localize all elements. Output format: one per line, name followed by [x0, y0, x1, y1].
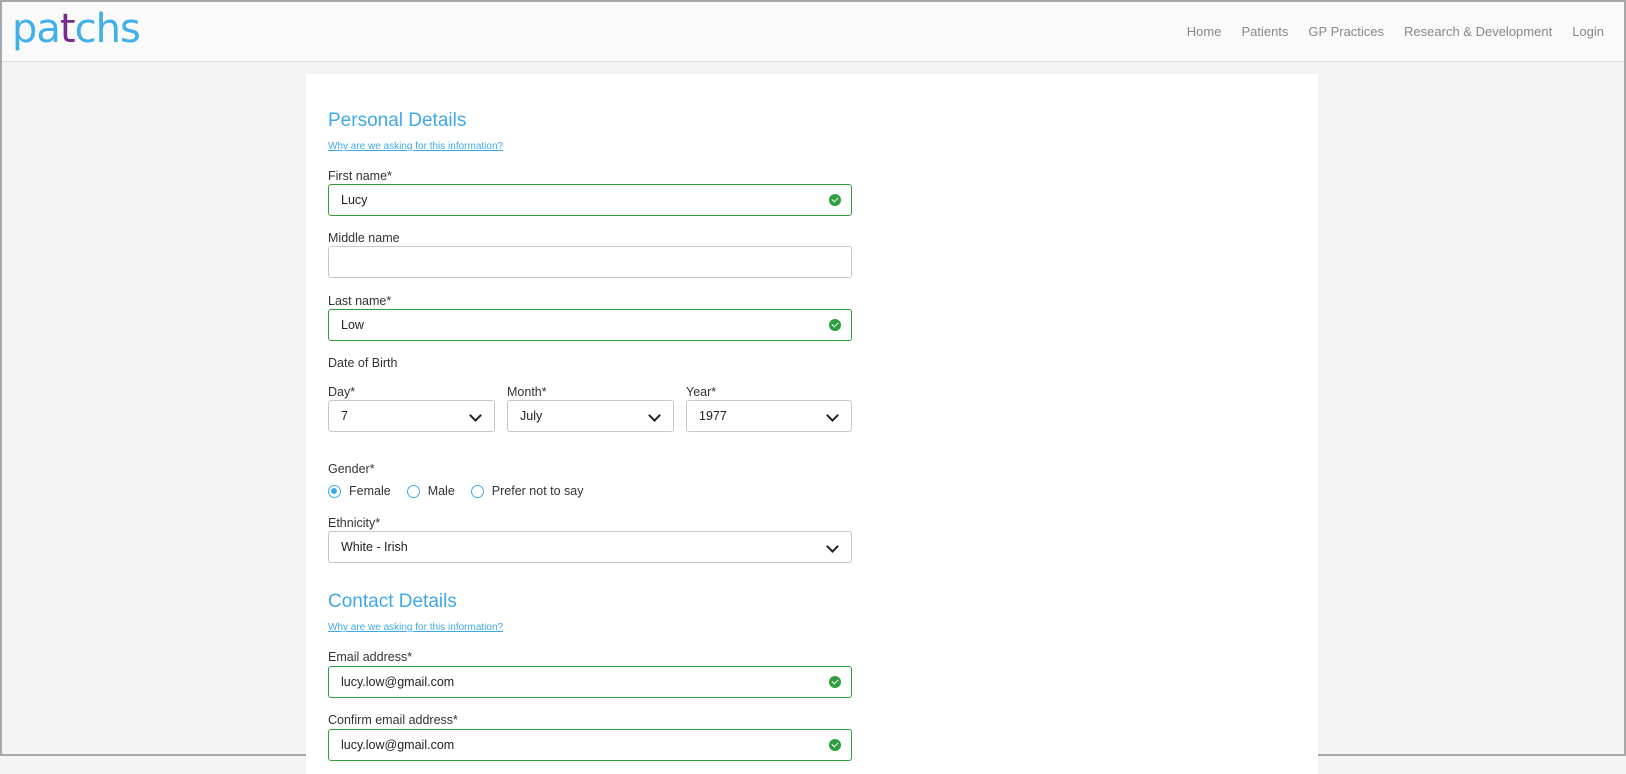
personal-why-link[interactable]: Why are we asking for this information? — [328, 141, 503, 152]
year-label: Year* — [686, 385, 717, 399]
nav-login-link[interactable]: Login — [1572, 24, 1604, 39]
first-name-label: First name* — [328, 169, 392, 183]
valid-check-icon — [829, 676, 841, 688]
valid-check-icon — [829, 319, 841, 331]
month-label: Month* — [507, 385, 547, 399]
year-value: 1977 — [699, 409, 727, 423]
email-value: lucy.low@gmail.com — [341, 675, 455, 689]
first-name-input[interactable]: Lucy — [328, 184, 852, 216]
registration-form-card: Personal Details Why are we asking for t… — [306, 74, 1318, 774]
gender-option-female[interactable]: Female — [328, 484, 391, 498]
last-name-value: Low — [341, 318, 364, 332]
radio-checked-icon[interactable] — [328, 484, 341, 498]
chevron-down-icon — [826, 409, 839, 422]
email-label: Email address* — [328, 650, 413, 664]
gender-option-male[interactable]: Male — [406, 484, 455, 498]
month-value: July — [520, 409, 543, 423]
nav-research-link[interactable]: Research & Development — [1404, 24, 1552, 39]
ethnicity-select[interactable]: White - Irish — [328, 531, 852, 563]
logo-cross-letter: t — [59, 6, 76, 52]
chevron-down-icon — [469, 409, 482, 422]
first-name-value: Lucy — [341, 193, 368, 207]
site-header: patchs Home Patients GP Practices Resear… — [2, 2, 1624, 62]
valid-check-icon — [829, 194, 841, 206]
gender-option-prefer-not[interactable]: Prefer not to say — [470, 484, 584, 498]
contact-why-link[interactable]: Why are we asking for this information? — [328, 622, 503, 633]
personal-details-title: Personal Details — [328, 110, 467, 131]
patchs-logo[interactable]: patchs — [12, 6, 141, 52]
email-input[interactable]: lucy.low@gmail.com — [328, 666, 852, 698]
gender-radio-group: Female Male Prefer not to say — [328, 484, 600, 498]
ethnicity-label: Ethnicity* — [328, 516, 381, 530]
nav-gp-practices-link[interactable]: GP Practices — [1308, 24, 1384, 39]
confirm-email-label: Confirm email address* — [328, 713, 458, 727]
month-select[interactable]: July — [507, 400, 674, 432]
contact-details-title: Contact Details — [328, 591, 457, 612]
radio-unchecked-icon[interactable] — [470, 484, 484, 498]
main-nav: Home Patients GP Practices Research & De… — [1187, 24, 1604, 39]
valid-check-icon — [829, 739, 841, 751]
confirm-email-value: lucy.low@gmail.com — [341, 738, 455, 752]
radio-unchecked-icon[interactable] — [406, 484, 420, 498]
nav-home-link[interactable]: Home — [1187, 24, 1222, 39]
day-value: 7 — [341, 409, 348, 423]
nav-patients-link[interactable]: Patients — [1241, 24, 1288, 39]
gender-option-label: Female — [349, 484, 391, 498]
year-select[interactable]: 1977 — [686, 400, 852, 432]
gender-option-label: Prefer not to say — [491, 484, 584, 498]
confirm-email-input[interactable]: lucy.low@gmail.com — [328, 729, 852, 761]
middle-name-label: Middle name — [328, 231, 400, 245]
middle-name-input[interactable] — [328, 246, 852, 278]
day-label: Day* — [328, 385, 356, 399]
day-select[interactable]: 7 — [328, 400, 495, 432]
ethnicity-value: White - Irish — [341, 540, 408, 554]
last-name-input[interactable]: Low — [328, 309, 852, 341]
gender-option-label: Male — [427, 484, 455, 498]
last-name-label: Last name* — [328, 294, 392, 308]
logo-text-start: pa — [12, 6, 61, 52]
chevron-down-icon — [826, 540, 839, 553]
dob-label: Date of Birth — [328, 356, 398, 370]
chevron-down-icon — [648, 409, 661, 422]
logo-text-end: chs — [74, 6, 141, 52]
gender-label: Gender* — [328, 462, 375, 476]
